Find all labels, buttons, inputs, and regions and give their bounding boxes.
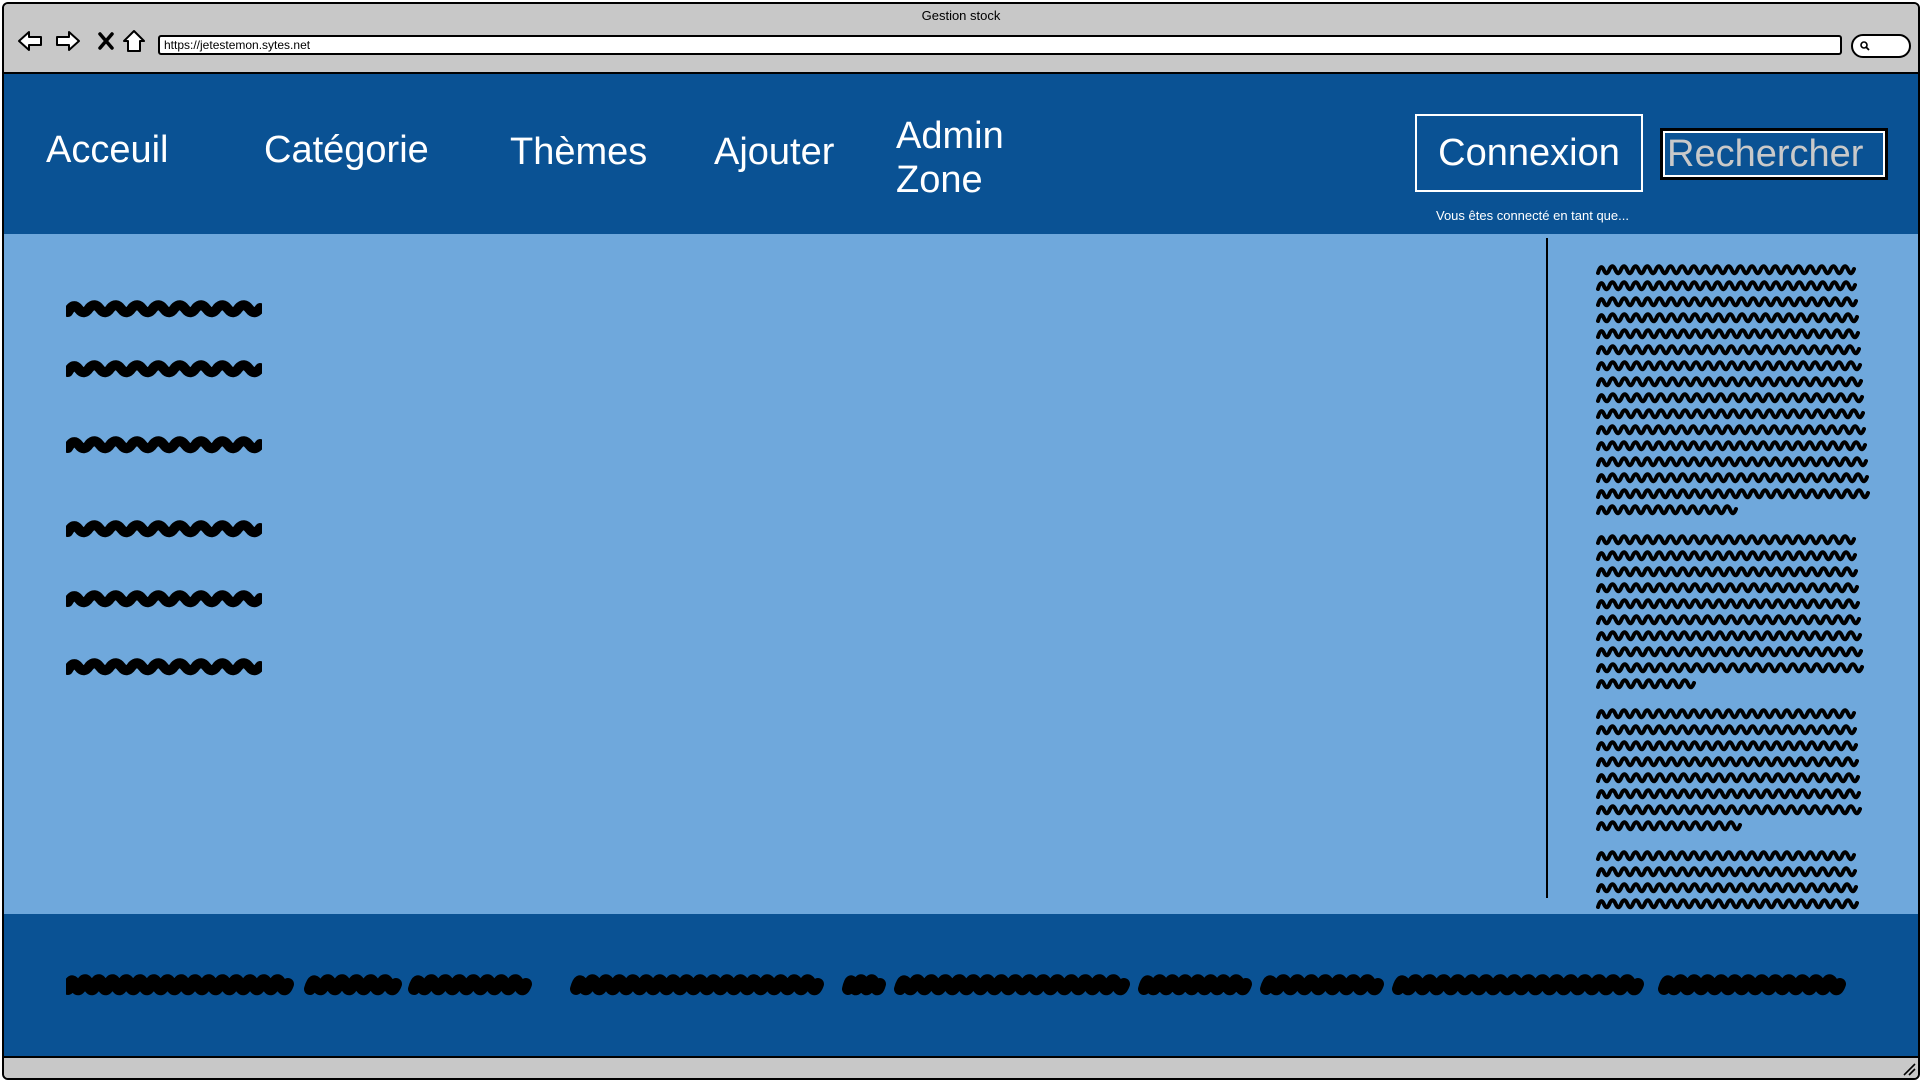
sidebar-link[interactable] [63,356,265,387]
window-title: Gestion stock [921,8,1001,23]
connexion-button[interactable]: Connexion [1415,114,1643,192]
nav-admin-zone[interactable]: Admin Zone [896,114,1004,202]
nav-admin-line1: Admin [896,115,1004,157]
browser-toolbar: Gestion stock https://jetestemon.sytes.n… [4,4,1918,74]
site-header: Acceuil Catégorie Thèmes Ajouter Admin Z… [4,74,1918,234]
browser-window: Gestion stock https://jetestemon.sytes.n… [2,2,1920,1080]
nav-admin-line2: Zone [896,159,983,201]
forward-arrow-icon[interactable] [54,28,82,54]
footer-text-placeholder [66,974,1846,996]
sidebar-link[interactable] [63,586,265,617]
text-paragraph [1596,708,1892,836]
text-paragraph [1596,264,1892,520]
sidebar-link[interactable] [63,516,265,547]
sidebar-link[interactable] [63,432,265,463]
column-divider [1546,238,1548,898]
back-arrow-icon[interactable] [16,28,44,54]
search-input[interactable] [1660,128,1888,180]
search-icon [1860,41,1870,51]
browser-search-button[interactable] [1851,34,1911,58]
url-bar[interactable]: https://jetestemon.sytes.net [158,35,1842,55]
sidebar-link[interactable] [63,654,265,685]
text-paragraph [1596,534,1892,694]
main-content [4,234,1918,926]
nav-categorie[interactable]: Catégorie [264,128,429,172]
site-footer [4,914,1918,1058]
logged-in-status: Vous êtes connecté en tant que... [1436,208,1629,223]
nav-accueil[interactable]: Acceuil [46,128,169,172]
status-bar [4,1056,1918,1078]
close-x-icon[interactable] [92,28,120,54]
sidebar-link[interactable] [63,296,265,327]
nav-ajouter[interactable]: Ajouter [714,130,834,174]
home-icon[interactable] [120,28,148,54]
nav-themes[interactable]: Thèmes [510,130,647,174]
resize-grip-icon[interactable] [1900,1060,1916,1076]
